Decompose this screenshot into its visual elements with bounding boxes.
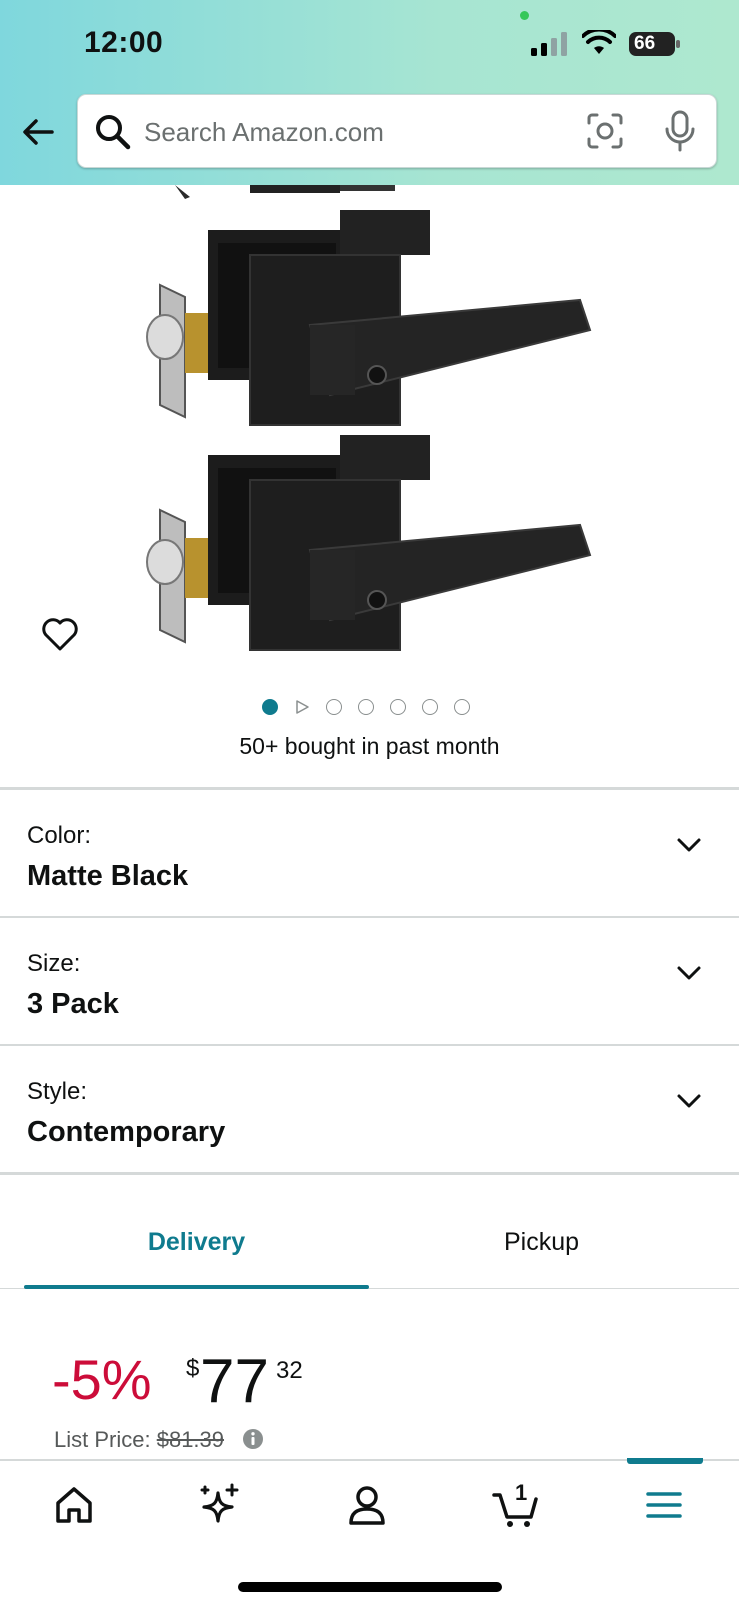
discount-percent: -5%: [52, 1348, 152, 1411]
list-price: List Price: $81.39: [54, 1427, 224, 1453]
carousel-dot[interactable]: [422, 699, 438, 715]
heart-icon[interactable]: [40, 614, 80, 654]
bottom-navigation: 1: [0, 1458, 739, 1600]
wifi-icon: [582, 30, 616, 54]
chevron-down-icon[interactable]: [674, 830, 704, 860]
account-icon[interactable]: [343, 1481, 391, 1529]
battery-level: 66: [634, 33, 656, 54]
active-tab-indicator: [24, 1285, 369, 1289]
active-nav-indicator: [627, 1458, 703, 1464]
chevron-down-icon[interactable]: [674, 958, 704, 988]
price-whole: 77: [200, 1347, 269, 1416]
tab-pickup[interactable]: Pickup: [369, 1228, 714, 1257]
privacy-indicator-dot: [520, 11, 529, 20]
carousel-dot[interactable]: [326, 699, 342, 715]
battery-icon: 66: [628, 31, 684, 57]
carousel-dots[interactable]: [262, 698, 470, 716]
variant-label: Color:: [27, 822, 92, 849]
variant-value: Matte Black: [27, 860, 189, 892]
carousel-dot[interactable]: [454, 699, 470, 715]
bought-in-past-month: 50+ bought in past month: [239, 733, 500, 759]
sparkle-icon[interactable]: [196, 1481, 244, 1529]
price-currency: $: [186, 1355, 200, 1382]
cellular-signal-icon: [531, 32, 567, 56]
search-input[interactable]: Search Amazon.com: [144, 117, 384, 148]
variant-style-row[interactable]: Style: Contemporary: [0, 1046, 739, 1172]
search-icon: [96, 115, 131, 150]
app-header: 12:00 66 Search Amazon.com: [0, 0, 739, 185]
search-bar[interactable]: Search Amazon.com: [77, 94, 717, 168]
carousel-dot[interactable]: [390, 699, 406, 715]
camera-lens-icon[interactable]: [586, 112, 624, 150]
carousel-dot-active[interactable]: [262, 699, 278, 715]
divider: [0, 1172, 739, 1175]
cart-count: 1: [515, 1480, 528, 1505]
info-icon[interactable]: [242, 1428, 264, 1450]
variant-size-row[interactable]: Size: 3 Pack: [0, 918, 739, 1044]
home-icon[interactable]: [50, 1481, 98, 1529]
list-price-label: List Price:: [54, 1427, 151, 1452]
carousel-dot[interactable]: [358, 699, 374, 715]
variant-color-row[interactable]: Color: Matte Black: [0, 790, 739, 916]
microphone-icon[interactable]: [664, 110, 696, 152]
variant-value: 3 Pack: [27, 988, 119, 1020]
variant-label: Size:: [27, 950, 81, 977]
product-image[interactable]: [0, 185, 739, 675]
variant-label: Style:: [27, 1078, 88, 1105]
back-arrow-icon[interactable]: [18, 112, 58, 152]
video-play-icon[interactable]: [294, 699, 310, 715]
status-time: 12:00: [84, 26, 164, 59]
price-fraction: 32: [276, 1357, 303, 1384]
chevron-down-icon[interactable]: [674, 1086, 704, 1116]
home-indicator: [238, 1582, 502, 1592]
menu-icon[interactable]: [640, 1481, 688, 1529]
tab-delivery[interactable]: Delivery: [24, 1228, 369, 1257]
variant-value: Contemporary: [27, 1116, 226, 1148]
list-price-value: $81.39: [156, 1427, 225, 1452]
